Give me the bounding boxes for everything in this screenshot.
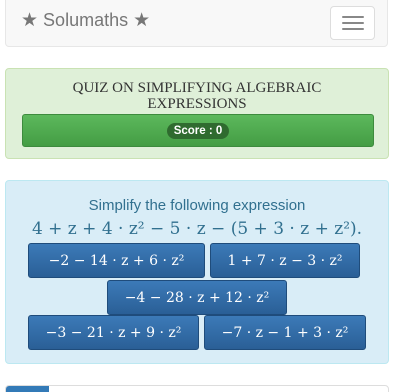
score-bar: Score : 0 [22, 114, 374, 147]
answer-button[interactable]: −7 · z − 1 + 3 · z² [204, 315, 366, 350]
hamburger-icon [341, 16, 364, 18]
exercise-instruction: Simplify the following expression [88, 197, 306, 214]
next-panel [5, 385, 389, 392]
brand-name: Solumaths [43, 10, 129, 30]
hamburger-icon [341, 28, 364, 30]
panel-tab[interactable] [6, 386, 49, 392]
quiz-header-panel: QUIZ ON SIMPLIFYING ALGEBRAIC EXPRESSION… [5, 68, 389, 159]
hamburger-icon [341, 22, 364, 24]
brand-link[interactable]: ★ Solumaths ★ [21, 9, 150, 32]
star-icon: ★ [133, 10, 151, 31]
exercise-expression: 4 + z + 4 · z² − 5 · z − (5 + 3 · z + z²… [31, 219, 363, 239]
score-badge: Score : 0 [166, 122, 230, 139]
quiz-title: QUIZ ON SIMPLIFYING ALGEBRAIC EXPRESSION… [72, 80, 322, 112]
answer-button[interactable]: −4 − 28 · z + 12 · z² [107, 280, 287, 315]
navbar: ★ Solumaths ★ [5, 0, 388, 47]
star-icon: ★ [21, 10, 39, 31]
menu-toggle-button[interactable] [330, 6, 375, 40]
answer-button[interactable]: −2 − 14 · z + 6 · z² [28, 243, 205, 278]
answer-button[interactable]: 1 + 7 · z − 3 · z² [210, 243, 360, 278]
answer-button[interactable]: −3 − 21 · z + 9 · z² [28, 315, 199, 350]
